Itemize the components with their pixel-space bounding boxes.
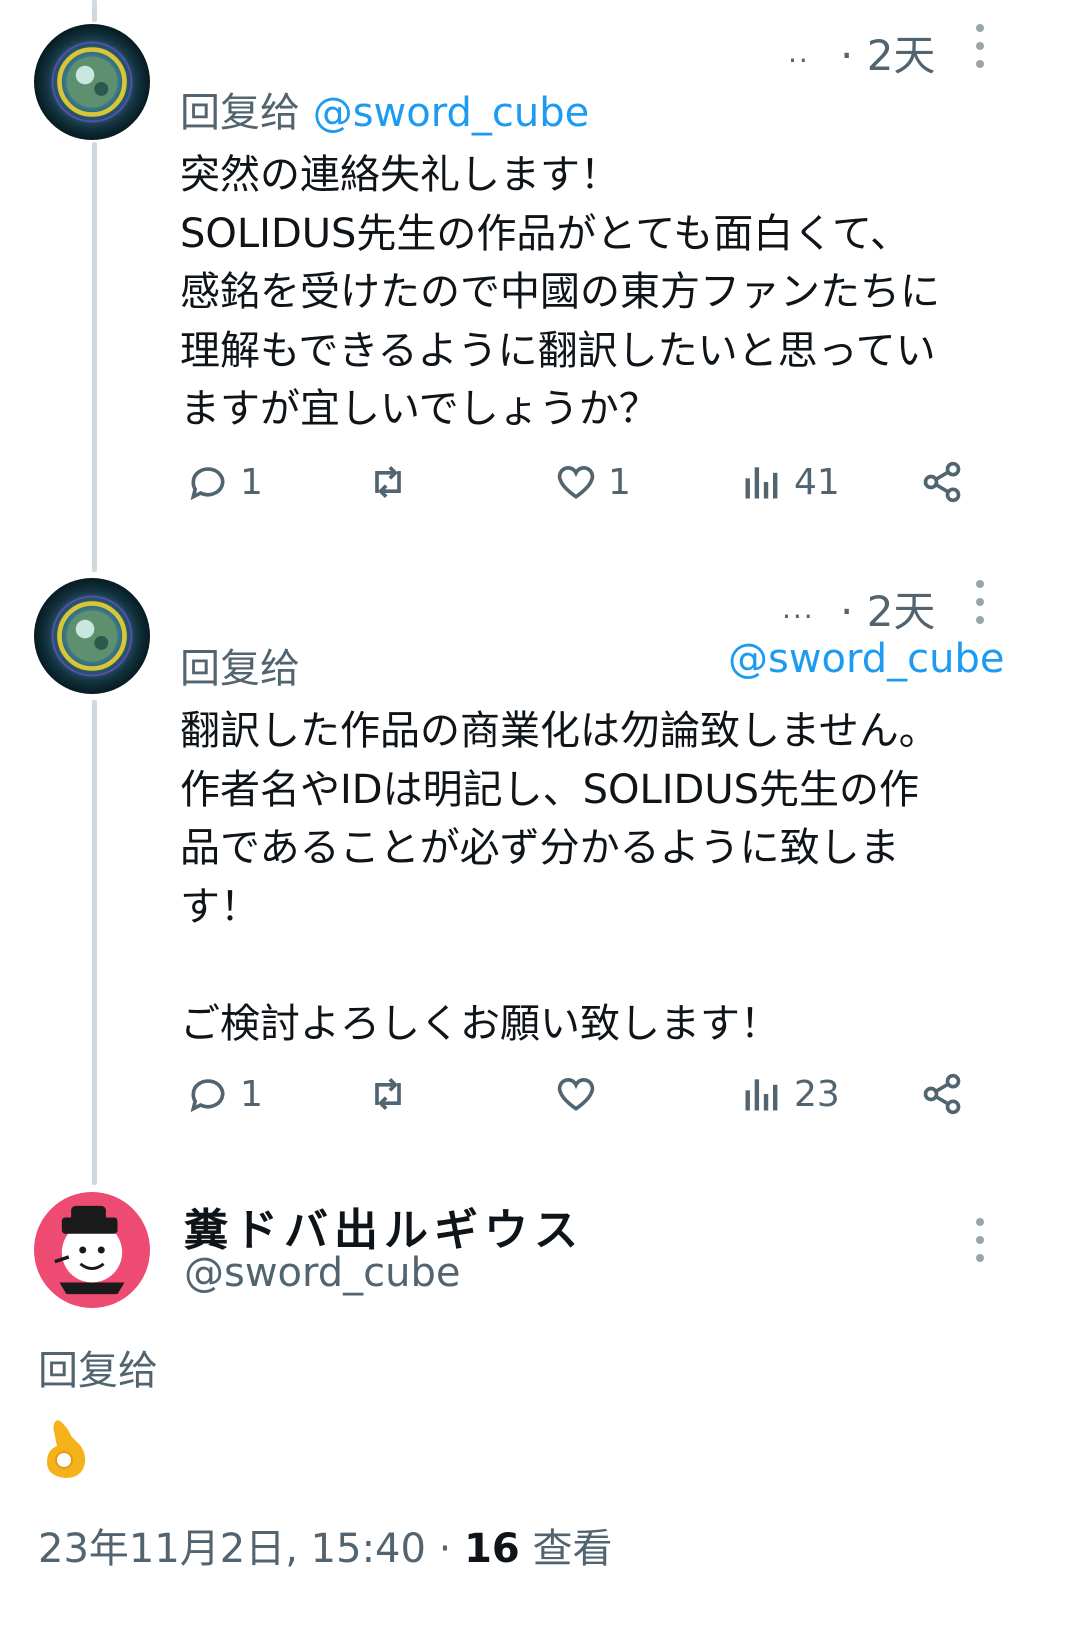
tweet-text: 突然の連絡失礼します！ SOLIDUS先生の作品がとても面白くて、 感銘を受けた… [180, 152, 940, 432]
reply-prefix: 回复给 [38, 1348, 158, 1394]
reply-count: 1 [240, 1073, 263, 1115]
share-button[interactable] [920, 460, 964, 504]
mention-link[interactable]: @sword_cube [728, 636, 1005, 682]
more-options-icon[interactable] [972, 580, 988, 624]
more-options-icon[interactable] [972, 24, 988, 68]
avatar[interactable] [34, 1192, 150, 1308]
tweet-date: 23年11月2日, 15:40 · [38, 1526, 465, 1572]
like-count: 1 [608, 461, 631, 503]
thread-line [92, 0, 97, 22]
bar-chart-icon [745, 467, 778, 499]
like-button[interactable]: 1 [554, 460, 631, 504]
bar-chart-icon [745, 1079, 778, 1111]
view-count: 41 [794, 461, 840, 503]
tweet-text: 翻訳した作品の商業化は勿論致しません。 作者名やIDは明記し、SOLIDUS先生… [180, 708, 939, 1047]
more-options-icon[interactable] [972, 1218, 988, 1262]
heart-icon [557, 1078, 595, 1111]
redacted-dots: ... [782, 592, 815, 625]
reply-button[interactable]: 1 [186, 1072, 263, 1116]
share-icon [923, 1073, 961, 1115]
avatar[interactable] [34, 24, 150, 140]
tweet-time[interactable]: · 2天 [840, 22, 935, 83]
view-count: 23 [794, 1073, 840, 1115]
user-handle[interactable]: @sword_cube [184, 1250, 461, 1296]
tweet-time[interactable]: · 2天 [840, 578, 935, 639]
reply-button[interactable]: 1 [186, 460, 263, 504]
views-label: 查看 [519, 1526, 613, 1572]
views-count[interactable]: 16 [464, 1526, 520, 1572]
thread-line [92, 142, 97, 572]
reply-icon [190, 467, 225, 501]
reply-prefix: 回复给 [180, 646, 300, 692]
share-button[interactable] [920, 1072, 964, 1116]
views-button[interactable]: 41 [740, 460, 840, 504]
reply-prefix: 回复给 [180, 90, 300, 136]
avatar[interactable] [34, 578, 150, 694]
retweet-icon [375, 466, 401, 498]
share-icon [923, 461, 961, 503]
reply-context: 回复给 @sword_cube [180, 80, 589, 138]
tweet-actions: 1 1 41 [180, 460, 980, 520]
retweet-icon [375, 1078, 401, 1110]
retweet-button[interactable] [366, 1072, 410, 1116]
reply-count: 1 [240, 461, 263, 503]
like-button[interactable] [554, 1072, 608, 1116]
redacted-dots: .. [788, 36, 810, 69]
display-name[interactable]: 糞ドバ出ルギウス [184, 1194, 584, 1258]
reply-icon [190, 1079, 225, 1113]
retweet-button[interactable] [366, 460, 410, 504]
mention-link[interactable]: @sword_cube [313, 90, 590, 136]
tweet-actions: 1 23 [180, 1072, 980, 1132]
views-button[interactable]: 23 [740, 1072, 840, 1116]
tweet-timestamp: 23年11月2日, 15:40 · 16 查看 [38, 1516, 612, 1574]
thread-line [92, 700, 97, 1185]
heart-icon [557, 466, 595, 499]
ok-hand-emoji [47, 1420, 86, 1478]
